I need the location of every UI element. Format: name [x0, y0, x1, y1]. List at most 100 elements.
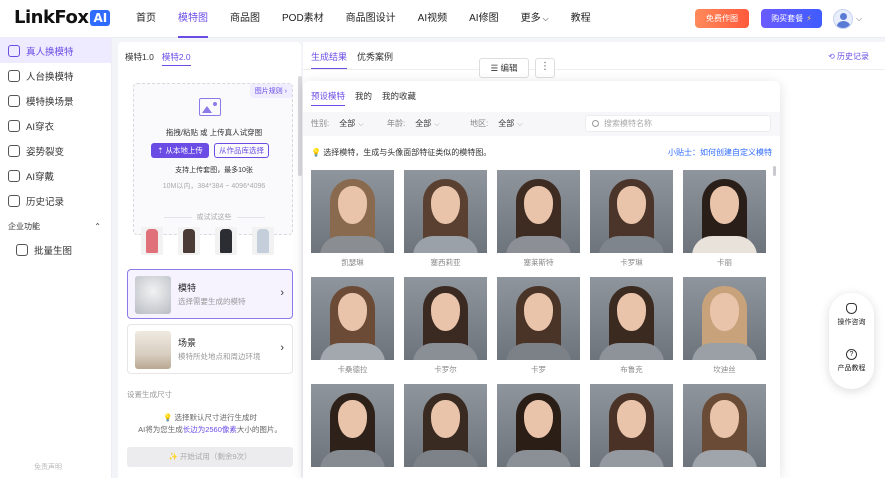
sidebar-item-1[interactable]: 人台换模特 — [0, 63, 111, 88]
nav-item-label: 教程 — [570, 13, 591, 24]
model-card[interactable]: 坎迪丝 — [683, 277, 766, 375]
picker-tab-1[interactable]: 我的 — [355, 90, 372, 106]
version-tab-0[interactable]: 模特1.0 — [125, 51, 154, 66]
model-card[interactable]: 卡丽 — [683, 170, 766, 268]
free-create-button[interactable]: 免费作图 — [695, 9, 749, 28]
upload-library-button[interactable]: 从作品库选择 — [214, 143, 269, 158]
top-shape — [413, 343, 478, 360]
sidebar-item-5[interactable]: AI穿戴 — [0, 163, 111, 188]
model-portrait — [683, 384, 766, 467]
scene-select-card[interactable]: 场景 模特所处地点和周边环境 › — [127, 324, 293, 374]
face-shape — [338, 186, 367, 224]
scene-card-desc: 模特所处地点和周边环境 — [178, 352, 261, 361]
lightning-icon: ⚡ — [806, 14, 812, 23]
consult-button[interactable]: 操作咨询 — [829, 303, 874, 327]
question-icon: ? — [846, 349, 857, 360]
tutorial-button[interactable]: ? 产品教程 — [829, 349, 874, 373]
top-shape — [599, 236, 664, 253]
config-scrollbar[interactable] — [298, 76, 302, 176]
model-name: 凯瑟琳 — [341, 258, 364, 267]
edit-button[interactable]: ☰ 编辑 — [479, 58, 529, 78]
model-card[interactable]: 塞西莉亚 — [404, 170, 487, 268]
model-card[interactable]: 卡罗尔 — [404, 277, 487, 375]
model-card-desc: 选择需要生成的模特 — [178, 297, 246, 306]
nav-item-label: AI修图 — [469, 13, 499, 24]
top-navigation-bar: LinkFox AI 首页 模特图 商品图 POD素材 商品图设计 AI视频 AI修图 更多 ⌵… — [0, 0, 885, 38]
nav-item-4[interactable]: 商品图设计 — [346, 0, 396, 38]
model-search-input[interactable]: 搜索模特名称 — [585, 115, 771, 132]
model-portrait — [590, 384, 673, 467]
lightbulb-icon: 💡 — [311, 148, 321, 157]
try-these-label: 或试试这些 — [134, 212, 294, 222]
disclaimer-link[interactable]: 免责声明 — [34, 462, 62, 472]
model-card[interactable] — [683, 384, 766, 467]
sidebar-item-label: AI穿衣 — [26, 121, 54, 133]
model-card[interactable]: 卡罗琳 — [590, 170, 673, 268]
nav-item-label: 更多 — [520, 13, 541, 24]
nav-item-5[interactable]: AI视频 — [418, 0, 447, 38]
sidebar-item-6[interactable]: 历史记录 — [0, 188, 111, 213]
picker-tab-0[interactable]: 预设模特 — [311, 90, 346, 106]
mannequin-head-thumbnail — [135, 276, 171, 314]
model-card[interactable] — [311, 384, 394, 467]
pic-rule-link[interactable]: 图片规则 › — [249, 84, 292, 98]
sample-black-suit[interactable] — [215, 227, 237, 255]
version-tab-1[interactable]: 模特2.0 — [161, 51, 191, 66]
chevron-down-icon[interactable]: ⌵ — [856, 14, 862, 24]
top-shape — [599, 343, 664, 360]
more-options-button[interactable]: ⋮ — [535, 58, 555, 78]
nav-item-1[interactable]: 模特图 — [178, 0, 208, 38]
logo[interactable]: LinkFox AI — [14, 7, 111, 28]
model-portrait — [590, 170, 673, 253]
history-link[interactable]: ⟲ 历史记录 — [828, 51, 869, 62]
sidebar-item-2[interactable]: 模特换场景 — [0, 88, 111, 113]
nav-item-6[interactable]: AI修图 — [469, 0, 498, 38]
sidebar-item-0[interactable]: 真人换模特 — [0, 38, 111, 63]
chevron-right-icon: › — [280, 342, 284, 354]
model-name: 塞莱斯特 — [523, 258, 554, 267]
upload-dropzone[interactable]: 图片规则 › 拖拽/粘贴 或 上传真人试穿图 ⇡ 从本地上传 从作品库选择 支持… — [133, 83, 293, 235]
picker-tab-2[interactable]: 我的收藏 — [382, 90, 416, 106]
nav-item-0[interactable]: 首页 — [136, 0, 156, 38]
sidebar-subitem-0[interactable]: 批量生图 — [0, 237, 111, 262]
upload-hint: 拖拽/粘贴 或 上传真人试穿图 — [165, 128, 263, 137]
model-card[interactable] — [404, 384, 487, 467]
custom-model-help-link[interactable]: 小贴士：如何创建自定义模特 — [668, 147, 772, 158]
region-filter[interactable]: 地区: 全部 ⌵ — [470, 118, 523, 129]
start-generate-button[interactable]: ✨ 开始试用（剩余9次） — [127, 447, 293, 467]
model-card[interactable]: 卡罗 — [497, 277, 580, 375]
size-tip-highlight: 长边为2560像素 — [182, 425, 237, 434]
sidebar-section-enterprise[interactable]: 企业功能 ⌃ — [0, 215, 111, 237]
sample-pink-top[interactable] — [141, 227, 163, 255]
gender-filter[interactable]: 性别: 全部 ⌵ — [311, 118, 364, 129]
avatar[interactable] — [833, 9, 853, 29]
nav-item-label: 商品图设计 — [345, 13, 396, 24]
result-tab-1[interactable]: 优秀案例 — [357, 50, 393, 70]
sidebar-item-label: 模特换场景 — [26, 96, 74, 108]
picker-tip-text: 选择模特，生成与头像面部特征类似的模特图。 — [323, 148, 492, 157]
nav-item-7[interactable]: 更多 ⌵ — [521, 0, 549, 38]
model-portrait — [311, 170, 394, 253]
model-card[interactable] — [497, 384, 580, 467]
sample-light-jacket[interactable] — [252, 227, 274, 255]
model-card[interactable]: 卡桑德拉 — [311, 277, 394, 375]
filter-label: 年龄: — [387, 119, 406, 128]
model-card[interactable]: 凯瑟琳 — [311, 170, 394, 268]
sidebar-item-4[interactable]: 姿势裂变 — [0, 138, 111, 163]
nav-item-3[interactable]: POD素材 — [282, 0, 324, 38]
nav-item-2[interactable]: 商品图 — [230, 0, 260, 38]
sample-dark-coat[interactable] — [178, 227, 200, 255]
model-portrait — [497, 277, 580, 360]
result-tab-0[interactable]: 生成结果 — [311, 50, 348, 70]
picker-scrollbar[interactable] — [773, 166, 776, 176]
age-filter[interactable]: 年龄: 全部 ⌵ — [387, 118, 440, 129]
model-card[interactable]: 塞莱斯特 — [497, 170, 580, 268]
nav-item-8[interactable]: 教程 — [571, 0, 591, 38]
sidebar-item-3[interactable]: AI穿衣 — [0, 113, 111, 138]
model-select-card[interactable]: 模特 选择需要生成的模特 › — [127, 269, 293, 319]
model-card[interactable]: 布鲁克 — [590, 277, 673, 375]
buy-plan-button[interactable]: 购买套餐 ⚡ — [761, 9, 822, 28]
model-card[interactable] — [590, 384, 673, 467]
upload-local-button[interactable]: ⇡ 从本地上传 — [151, 143, 209, 158]
size-tip-prefix: AI将为您生成 — [138, 425, 183, 434]
